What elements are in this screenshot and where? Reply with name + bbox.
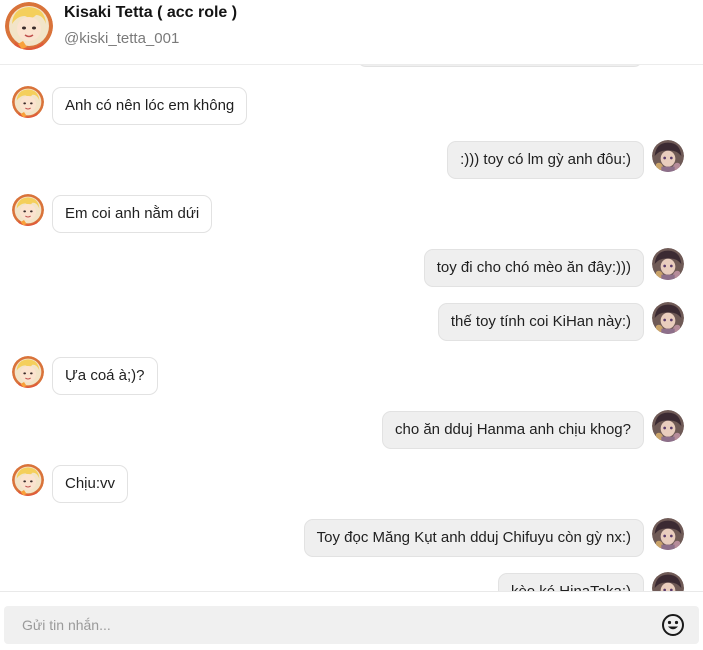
message-composer [0, 591, 703, 650]
user-avatar[interactable] [652, 572, 684, 591]
message-row: kèo ké HinaTaka:) [0, 571, 703, 591]
message-bubble-outgoing[interactable]: thế toy tính coi KiHan này:) [437, 303, 644, 341]
message-bubble-outgoing[interactable]: kèo ké HinaTaka:) [497, 573, 644, 591]
message-row: Ựa coá à;)? [0, 355, 703, 399]
contact-avatar[interactable] [12, 194, 44, 226]
contact-avatar[interactable] [5, 2, 53, 50]
contact-avatar[interactable] [12, 356, 44, 388]
user-avatar[interactable] [652, 518, 684, 550]
message-row: toy đi cho chó mèo ăn đây:))) [0, 247, 703, 291]
message-row: cho ăn dduj Hanma anh chịu khog? [0, 409, 703, 453]
smiley-face-icon[interactable] [661, 613, 685, 637]
message-row: Em coi anh nằm dứi [0, 193, 703, 237]
message-input[interactable] [4, 606, 644, 644]
message-bubble-outgoing[interactable]: toy đi cho chó mèo ăn đây:))) [423, 249, 644, 287]
message-bubble-outgoing[interactable]: :))) toy có lm gỳ anh đôu:) [447, 141, 644, 179]
message-input-field[interactable] [4, 606, 699, 644]
user-avatar[interactable] [652, 140, 684, 172]
contact-name[interactable]: Kisaki Tetta ( acc role ) [64, 4, 237, 22]
message-row: Toy đọc Măng Kụt anh dduj Chifuyu còn gỳ… [0, 517, 703, 561]
user-avatar[interactable] [652, 410, 684, 442]
message-row: Anh có nên lóc em không [0, 85, 703, 129]
contact-avatar[interactable] [12, 464, 44, 496]
contact-avatar[interactable] [12, 86, 44, 118]
message-row [0, 65, 703, 73]
message-bubble-incoming[interactable]: Em coi anh nằm dứi [52, 195, 213, 233]
message-row: Chịu:vv [0, 463, 703, 507]
user-avatar[interactable] [652, 302, 684, 334]
message-bubble-incoming[interactable]: Chịu:vv [52, 465, 129, 503]
user-avatar[interactable] [652, 248, 684, 280]
message-list[interactable]: Anh có nên lóc em không :))) toy có lm g… [0, 65, 703, 591]
chat-header: Kisaki Tetta ( acc role ) @kiski_tetta_0… [0, 0, 703, 62]
header-divider [0, 64, 703, 65]
message-bubble-outgoing[interactable]: Toy đọc Măng Kụt anh dduj Chifuyu còn gỳ… [303, 519, 644, 557]
message-bubble-outgoing[interactable]: cho ăn dduj Hanma anh chịu khog? [381, 411, 644, 449]
message-bubble-incoming[interactable]: Anh có nên lóc em không [52, 87, 248, 125]
contact-handle: @kiski_tetta_001 [64, 30, 180, 47]
message-row: thế toy tính coi KiHan này:) [0, 301, 703, 345]
message-row: :))) toy có lm gỳ anh đôu:) [0, 139, 703, 183]
message-bubble-incoming[interactable]: Ựa coá à;)? [52, 357, 158, 395]
message-bubble-outgoing[interactable] [357, 65, 643, 67]
